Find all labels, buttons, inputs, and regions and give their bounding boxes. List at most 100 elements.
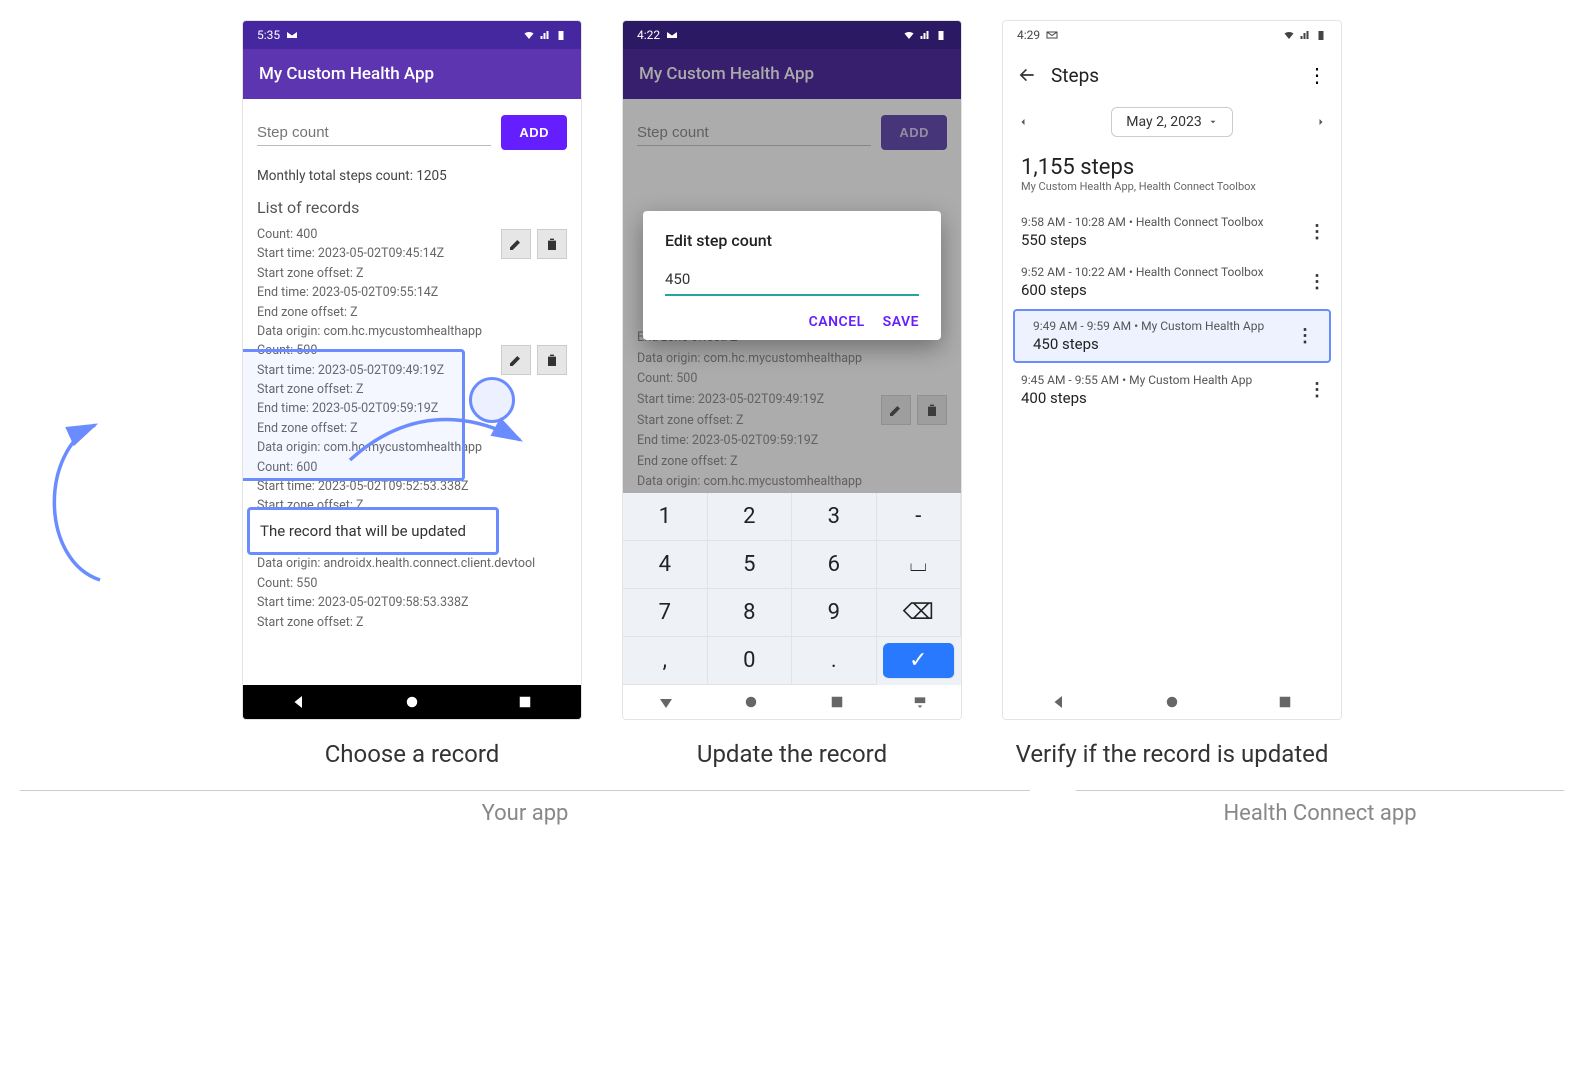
keypad-key[interactable]: ⌴ <box>877 541 962 589</box>
edit-step-count-dialog: Edit step count 450 CANCEL SAVE <box>643 211 941 340</box>
date-navigator: May 2, 2023 <box>1003 93 1341 151</box>
wifi-icon <box>1283 29 1295 41</box>
keypad-key[interactable]: 8 <box>708 589 793 637</box>
signal-icon <box>919 29 931 41</box>
save-button[interactable]: SAVE <box>883 314 919 330</box>
keypad-key[interactable]: 5 <box>708 541 793 589</box>
keypad-key[interactable]: - <box>877 493 962 541</box>
steps-entry[interactable]: 9:58 AM - 10:28 AM • Health Connect Tool… <box>1003 207 1341 257</box>
steps-entry[interactable]: 9:52 AM - 10:22 AM • Health Connect Tool… <box>1003 257 1341 307</box>
edit-button[interactable] <box>501 345 531 375</box>
group-label-your-app: Your app <box>20 790 1030 826</box>
battery-icon <box>555 29 567 41</box>
keypad-key[interactable]: 2 <box>708 493 793 541</box>
next-day-icon[interactable] <box>1315 116 1327 128</box>
keypad-key[interactable]: 3 <box>792 493 877 541</box>
keypad-key[interactable]: 6 <box>792 541 877 589</box>
gmail-icon <box>666 29 678 41</box>
dialog-value-input[interactable]: 450 <box>665 270 919 296</box>
keypad-key[interactable]: 7 <box>623 589 708 637</box>
step-count-input <box>637 120 871 146</box>
edit-button[interactable] <box>501 229 531 259</box>
caption-phone3: Verify if the record is updated <box>1016 738 1329 770</box>
arrow-callout-to-record <box>35 400 135 600</box>
nav-home-icon[interactable] <box>742 693 760 711</box>
keypad-key[interactable]: ⌫ <box>877 589 962 637</box>
step-count-input[interactable] <box>257 120 491 146</box>
battery-icon <box>935 29 947 41</box>
app-bar: My Custom Health App <box>243 49 581 99</box>
keypad-key[interactable]: , <box>623 637 708 685</box>
delete-button[interactable] <box>537 345 567 375</box>
nav-home-icon[interactable] <box>403 693 421 711</box>
wifi-icon <box>903 29 915 41</box>
steps-entry[interactable]: 9:45 AM - 9:55 AM • My Custom Health App… <box>1003 365 1341 415</box>
delete-button[interactable] <box>537 229 567 259</box>
record-item: Count: 550Start time: 2023-05-02T09:58:5… <box>257 574 567 632</box>
cancel-button[interactable]: CANCEL <box>809 314 865 330</box>
overflow-menu-icon[interactable]: ⋮ <box>1307 63 1327 87</box>
keypad-key[interactable]: 1 <box>623 493 708 541</box>
keypad-key[interactable]: 9 <box>792 589 877 637</box>
nav-recent-icon[interactable] <box>1276 693 1294 711</box>
entry-menu-icon[interactable]: ⋮ <box>1308 380 1325 401</box>
android-nav-bar <box>243 685 581 719</box>
numeric-keypad: 123- 456⌴ 789⌫,0.✓ <box>623 493 961 685</box>
callout-box: The record that will be updated <box>247 507 499 555</box>
status-time: 4:29 <box>1017 28 1040 42</box>
keypad-key[interactable]: 0 <box>708 637 793 685</box>
keyboard-hide-icon[interactable] <box>913 693 927 711</box>
signal-icon <box>1299 29 1311 41</box>
app-bar: My Custom Health App <box>623 49 961 99</box>
prev-day-icon[interactable] <box>1017 116 1029 128</box>
phone-verify-record: 4:29 Steps ⋮ May 2, 2023 <box>1002 20 1342 720</box>
caption-phone1: Choose a record <box>325 738 500 770</box>
keypad-key[interactable]: 4 <box>623 541 708 589</box>
nav-home-icon[interactable] <box>1163 693 1181 711</box>
status-time: 4:22 <box>637 28 660 42</box>
battery-icon <box>1315 29 1327 41</box>
entry-menu-icon[interactable]: ⋮ <box>1308 272 1325 293</box>
chevron-down-icon <box>1208 117 1218 127</box>
status-time: 5:35 <box>257 28 280 42</box>
record-item: Count: 500Start time: 2023-05-02T09:49:1… <box>257 341 567 457</box>
entry-menu-icon[interactable]: ⋮ <box>1308 222 1325 243</box>
phone-choose-record: 5:35 My Custom Health App ADD Monthly to… <box>242 20 582 720</box>
delete-button <box>917 395 947 425</box>
daily-summary: 1,155 steps My Custom Health App, Health… <box>1003 151 1341 207</box>
app-title: My Custom Health App <box>259 64 434 84</box>
monthly-total: Monthly total steps count: 1205 <box>257 168 567 184</box>
keypad-key[interactable]: . <box>792 637 877 685</box>
list-of-records-header: List of records <box>257 198 567 217</box>
group-label-health-connect: Health Connect app <box>1076 790 1564 826</box>
status-bar: 5:35 <box>243 21 581 49</box>
hc-toolbar: Steps ⋮ <box>1003 49 1341 93</box>
gmail-icon <box>1046 29 1058 41</box>
summary-steps: 1,155 steps <box>1021 155 1323 180</box>
keypad-key[interactable]: ✓ <box>883 643 956 679</box>
caption-phone2: Update the record <box>697 738 887 770</box>
dialog-title: Edit step count <box>665 231 919 250</box>
nav-recent-icon[interactable] <box>516 693 534 711</box>
nav-back-icon[interactable] <box>657 693 675 711</box>
phone-update-record: 4:22 My Custom Health App ADD End zone o… <box>622 20 962 720</box>
steps-entry[interactable]: 9:49 AM - 9:59 AM • My Custom Health App… <box>1013 309 1331 363</box>
screen-body: ADD Monthly total steps count: 1205 List… <box>243 99 581 685</box>
nav-back-icon[interactable] <box>290 693 308 711</box>
summary-sources: My Custom Health App, Health Connect Too… <box>1021 180 1323 193</box>
nav-recent-icon[interactable] <box>828 693 846 711</box>
date-dropdown[interactable]: May 2, 2023 <box>1111 107 1232 137</box>
android-nav-bar <box>1003 685 1341 719</box>
add-button[interactable]: ADD <box>501 115 567 150</box>
edit-button <box>881 395 911 425</box>
signal-icon <box>539 29 551 41</box>
nav-back-icon[interactable] <box>1050 693 1068 711</box>
back-arrow-icon[interactable] <box>1017 65 1037 85</box>
record-item: Count: 400Start time: 2023-05-02T09:45:1… <box>257 225 567 341</box>
status-bar: 4:22 <box>623 21 961 49</box>
page-title: Steps <box>1051 64 1099 87</box>
entry-menu-icon[interactable]: ⋮ <box>1296 326 1313 347</box>
add-button: ADD <box>881 115 947 150</box>
android-nav-bar <box>623 685 961 719</box>
wifi-icon <box>523 29 535 41</box>
